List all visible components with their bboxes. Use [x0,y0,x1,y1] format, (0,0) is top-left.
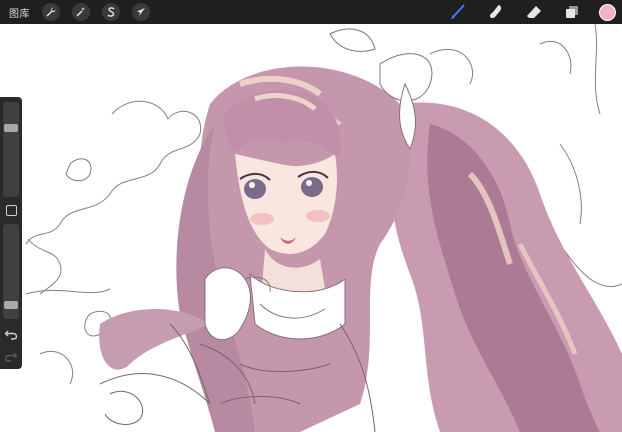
actions-button[interactable] [42,3,60,21]
artwork [25,24,622,432]
arrow-cursor-icon [137,8,145,16]
magic-wand-icon [76,7,85,17]
brush-opacity-slider[interactable] [3,224,19,319]
smudge-tool[interactable] [485,1,507,23]
top-toolbar: 图库 [0,0,622,24]
color-swatch[interactable] [599,3,616,21]
tool-palette [447,0,622,24]
selection-button[interactable] [102,3,120,21]
selection-s-icon [107,7,115,17]
transform-button[interactable] [132,3,150,21]
left-sidebar [0,97,22,369]
undo-icon[interactable] [4,327,18,341]
brush-icon [451,4,465,19]
smudge-icon [490,5,502,19]
eraser-tool[interactable] [523,1,545,23]
eraser-icon [527,6,541,18]
wrench-icon [46,7,56,17]
redo-icon[interactable] [4,349,18,363]
adjustments-button[interactable] [72,3,90,21]
brush-tool[interactable] [447,1,469,23]
brush-size-slider[interactable] [3,102,19,197]
drawing-canvas[interactable] [0,24,622,432]
layers-button[interactable] [561,1,583,23]
layers-icon [566,6,578,18]
brush-opacity-thumb[interactable] [4,301,18,309]
brush-size-thumb[interactable] [4,124,18,132]
gallery-button[interactable]: 图库 [9,5,30,20]
modify-square-icon[interactable] [6,205,17,216]
